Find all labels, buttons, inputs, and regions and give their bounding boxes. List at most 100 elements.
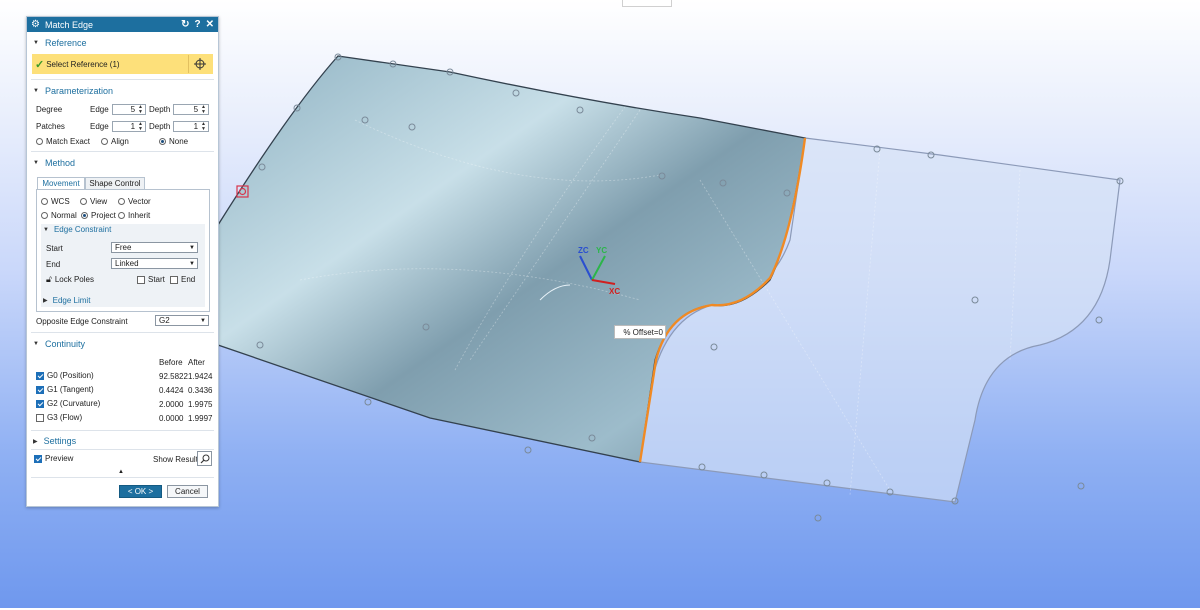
- degree-label: Degree: [36, 105, 63, 114]
- end-constraint-value: Linked: [115, 259, 139, 268]
- patches-depth-value: 1: [193, 122, 199, 131]
- g2-after: 1.9975: [188, 400, 213, 409]
- lock-poles-toggle[interactable]: 🔓︎ Lock Poles: [46, 274, 94, 285]
- degree-depth-label: Depth: [149, 105, 171, 114]
- patches-depth-spinner[interactable]: 1 ▲ ▼: [173, 121, 209, 132]
- yc-axis-label: YC: [596, 246, 608, 255]
- reset-icon[interactable]: ↻: [181, 19, 189, 30]
- patches-edge-value: 1: [130, 122, 136, 131]
- match-exact-radio[interactable]: Match Exact: [36, 137, 90, 146]
- g2-before: 2.0000: [159, 400, 184, 409]
- dialog-title: Match Edge: [44, 19, 93, 30]
- edge-limit-header[interactable]: ▶ Edge Limit: [43, 296, 90, 305]
- degree-edge-spinner[interactable]: 5 ▲ ▼: [112, 104, 146, 115]
- crosshair-select-button[interactable]: [188, 55, 211, 73]
- crosshair-icon: [194, 58, 206, 70]
- project-radio[interactable]: Project: [81, 211, 116, 220]
- wcs-radio[interactable]: WCS: [41, 197, 70, 206]
- expand-triangle-icon: ▶: [43, 298, 48, 304]
- offset-tooltip-text: % Offset=0: [623, 327, 663, 337]
- show-result-button[interactable]: [197, 451, 212, 466]
- patches-depth-label: Depth: [149, 122, 171, 131]
- start-constraint-select[interactable]: Free ▼: [111, 242, 198, 253]
- preview-checkbox[interactable]: Preview: [34, 454, 73, 463]
- ok-button[interactable]: < OK >: [119, 485, 162, 498]
- spinner-arrows-icon[interactable]: ▲ ▼: [201, 121, 206, 132]
- align-radio[interactable]: Align: [101, 137, 129, 146]
- g1-checkbox[interactable]: G1 (Tangent): [36, 385, 94, 394]
- select-reference-row[interactable]: ✓ Select Reference (1): [32, 54, 213, 74]
- opposite-edge-value: G2: [159, 316, 170, 325]
- degree-edge-value: 5: [130, 105, 136, 114]
- degree-edge-label: Edge: [90, 105, 109, 114]
- vector-radio[interactable]: Vector: [118, 197, 151, 206]
- parameterization-section: ▼ Parameterization: [27, 84, 218, 98]
- patches-edge-spinner[interactable]: 1 ▲ ▼: [112, 121, 146, 132]
- method-section: ▼ Method: [27, 156, 218, 170]
- settings-section: ▶ Settings: [27, 434, 218, 448]
- g0-checkbox[interactable]: G0 (Position): [36, 371, 94, 380]
- chevron-down-icon: ▼: [200, 317, 206, 324]
- opposite-edge-label: Opposite Edge Constraint: [36, 317, 128, 326]
- collapse-triangle-icon: ▼: [33, 40, 39, 46]
- g3-before: 0.0000: [159, 414, 184, 423]
- g3-after: 1.9997: [188, 414, 213, 423]
- select-reference-label: Select Reference (1): [46, 59, 120, 69]
- start-label: Start: [46, 244, 63, 253]
- collapse-arrow-icon[interactable]: ▲: [118, 469, 124, 475]
- view-toolbar-stub[interactable]: [622, 0, 672, 7]
- method-header[interactable]: ▼ Method: [27, 156, 218, 170]
- collapse-triangle-icon: ▼: [33, 341, 39, 347]
- none-radio[interactable]: None: [159, 137, 188, 146]
- collapse-triangle-icon: ▼: [43, 226, 49, 233]
- degree-depth-spinner[interactable]: 5 ▲ ▼: [173, 104, 209, 115]
- before-column-header: Before: [159, 358, 183, 367]
- lock-end-checkbox[interactable]: End: [170, 275, 195, 284]
- zc-axis-label: ZC: [578, 246, 589, 255]
- start-constraint-value: Free: [115, 243, 132, 252]
- spinner-arrows-icon[interactable]: ▲ ▼: [138, 104, 143, 115]
- xc-axis-label: XC: [609, 287, 621, 296]
- match-edge-dialog: ⚙ Match Edge ↻ ? ✕ ▼ Reference ✓ Select R…: [26, 16, 219, 507]
- reference-section: ▼ Reference: [27, 36, 218, 50]
- gear-icon[interactable]: ⚙: [31, 19, 40, 30]
- collapse-triangle-icon: ▼: [33, 160, 39, 166]
- dialog-title-bar[interactable]: ⚙ Match Edge ↻ ? ✕: [27, 17, 218, 32]
- normal-radio[interactable]: Normal: [41, 211, 77, 220]
- g1-before: 0.4424: [159, 386, 184, 395]
- parameterization-header[interactable]: ▼ Parameterization: [27, 84, 218, 98]
- close-icon[interactable]: ✕: [206, 19, 214, 30]
- opposite-edge-select[interactable]: G2 ▼: [155, 315, 209, 326]
- magnifier-icon: [200, 454, 209, 463]
- degree-depth-value: 5: [193, 105, 199, 114]
- lock-start-checkbox[interactable]: Start: [137, 275, 165, 284]
- g0-after: 1.9424: [188, 372, 213, 381]
- cancel-button[interactable]: Cancel: [167, 485, 208, 498]
- offset-tooltip[interactable]: % Offset=0: [614, 325, 666, 339]
- inherit-radio[interactable]: Inherit: [118, 211, 150, 220]
- patches-edge-label: Edge: [90, 122, 109, 131]
- reference-header[interactable]: ▼ Reference: [27, 36, 218, 50]
- view-radio[interactable]: View: [80, 197, 107, 206]
- end-constraint-select[interactable]: Linked ▼: [111, 258, 198, 269]
- g2-checkbox[interactable]: G2 (Curvature): [36, 399, 100, 408]
- lock-icon: 🔓︎: [46, 274, 52, 284]
- settings-header[interactable]: ▶ Settings: [27, 434, 218, 448]
- help-icon[interactable]: ?: [195, 19, 201, 30]
- continuity-header[interactable]: ▼ Continuity: [27, 337, 218, 351]
- g3-checkbox[interactable]: G3 (Flow): [36, 413, 82, 422]
- g0-before: 92.5822: [159, 372, 188, 381]
- checkmark-icon: ✓: [35, 58, 45, 71]
- patches-label: Patches: [36, 122, 65, 131]
- chevron-down-icon: ▼: [189, 260, 195, 267]
- show-result-label: Show Result: [153, 455, 198, 464]
- chevron-down-icon: ▼: [189, 244, 195, 251]
- expand-triangle-icon: ▶: [33, 438, 38, 445]
- edge-constraint-header[interactable]: ▼ Edge Constraint: [43, 225, 111, 234]
- after-column-header: After: [188, 358, 205, 367]
- spinner-arrows-icon[interactable]: ▲ ▼: [201, 104, 206, 115]
- continuity-section: ▼ Continuity: [27, 337, 218, 351]
- spinner-arrows-icon[interactable]: ▲ ▼: [138, 121, 143, 132]
- collapse-triangle-icon: ▼: [33, 88, 39, 94]
- g1-after: 0.3436: [188, 386, 213, 395]
